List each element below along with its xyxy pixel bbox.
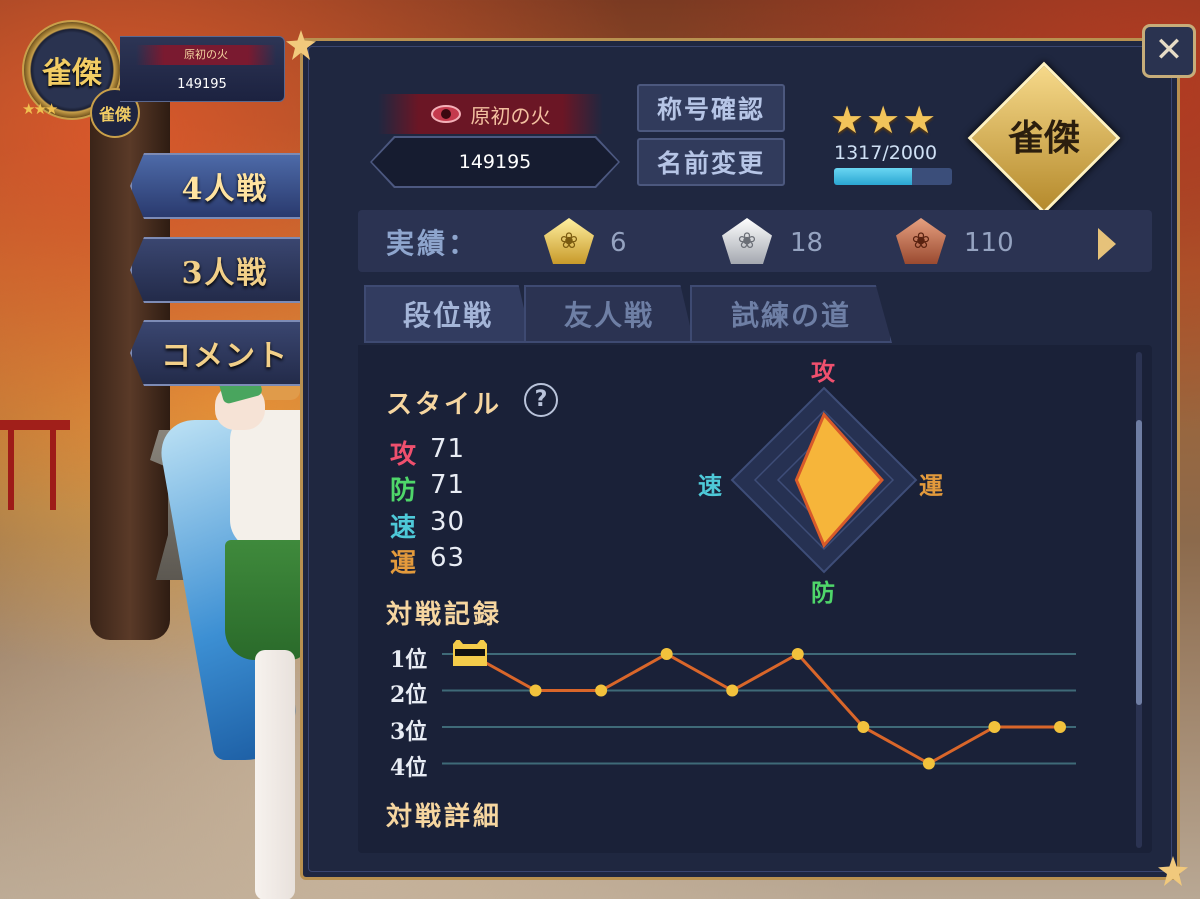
title-check-button[interactable]: 称号確認 xyxy=(637,84,785,132)
stat-speed-value: 30 xyxy=(430,507,466,537)
silver-count: 18 xyxy=(790,228,824,258)
rank-label-1: 1位 xyxy=(390,647,428,673)
bronze-count: 110 xyxy=(964,228,1014,258)
profile-score: 149195 xyxy=(372,138,618,186)
record-point xyxy=(595,684,608,697)
help-icon[interactable]: ? xyxy=(524,383,558,417)
record-section-title: 対戦記録 xyxy=(379,594,541,637)
rank-progress-bar xyxy=(834,168,952,185)
record-point xyxy=(529,684,542,697)
style-section-title: スタイル xyxy=(379,384,541,427)
record-line-chart xyxy=(442,640,1076,770)
character-shirt xyxy=(230,410,310,550)
stat-speed: 速 30 xyxy=(390,507,465,544)
stat-defense: 防 71 xyxy=(390,470,465,507)
title-ribbon: 原初の火 xyxy=(378,94,603,134)
detail-section-title: 対戦詳細 xyxy=(379,796,541,839)
profile-title: 原初の火 xyxy=(470,103,551,128)
side-tab-4player[interactable]: 4人戦 xyxy=(130,153,320,219)
cat-face-icon xyxy=(453,640,487,666)
tab-ranked[interactable]: 段位戦 xyxy=(364,285,532,343)
record-point xyxy=(922,757,935,770)
flame-eye-icon xyxy=(430,105,461,123)
character-leg xyxy=(255,650,295,899)
stat-attack: 攻 71 xyxy=(390,434,465,471)
rank-progress-fill xyxy=(834,168,912,185)
rank-stars-icon: ★★★ xyxy=(830,98,939,142)
side-tab-3player[interactable]: 3人戦 xyxy=(130,237,320,303)
player-score: 149195 xyxy=(177,77,227,92)
stat-luck-key: 運 xyxy=(390,549,417,579)
achievements-label: 実績： xyxy=(386,227,480,260)
gold-count: 6 xyxy=(610,228,627,258)
stat-speed-key: 速 xyxy=(390,513,417,543)
tab-friend[interactable]: 友人戦 xyxy=(524,285,694,343)
rank-label-2: 2位 xyxy=(390,682,428,708)
record-point xyxy=(857,721,870,733)
rank-emblem-label: 雀傑 xyxy=(1007,117,1080,159)
scrollbar-thumb[interactable] xyxy=(1136,420,1142,705)
mini-stars-icon: ★★★ xyxy=(22,100,58,118)
radar-label-luck: 運 xyxy=(919,471,943,500)
rank-points-text: 1317/2000 xyxy=(834,142,938,164)
close-button[interactable]: ✕ xyxy=(1142,24,1196,78)
stat-defense-value: 71 xyxy=(430,470,466,500)
record-point xyxy=(660,648,673,660)
record-point xyxy=(791,648,804,660)
stat-attack-key: 攻 xyxy=(390,440,417,470)
character-illustration xyxy=(155,320,310,899)
style-radar-chart xyxy=(730,386,918,574)
radar-label-defense: 防 xyxy=(811,578,835,607)
stat-defense-key: 防 xyxy=(390,476,417,506)
stat-luck: 運 63 xyxy=(390,543,465,580)
rename-button[interactable]: 名前変更 xyxy=(637,138,785,186)
player-info-badge: 原初の火 149195 xyxy=(120,36,285,102)
radar-label-speed: 速 xyxy=(698,471,722,500)
record-point xyxy=(988,721,1001,733)
stat-attack-value: 71 xyxy=(430,434,466,464)
rank-label-4: 4位 xyxy=(390,755,428,781)
achievements-next-arrow-icon[interactable] xyxy=(1098,228,1116,260)
tab-trial-road[interactable]: 試練の道 xyxy=(690,285,892,343)
rank-label-3: 3位 xyxy=(390,719,428,745)
radar-label-attack: 攻 xyxy=(811,357,835,386)
record-point xyxy=(726,684,739,697)
player-title: 原初の火 xyxy=(136,45,276,65)
side-tab-comment[interactable]: コメント xyxy=(130,320,320,386)
record-point xyxy=(1054,721,1066,733)
rank-emblem-text: 雀傑 xyxy=(42,56,102,91)
record-series-line xyxy=(469,652,1060,766)
stat-luck-value: 63 xyxy=(430,543,466,573)
background-torii xyxy=(0,420,70,510)
character-skirt xyxy=(225,540,310,660)
rank-badge-text: 雀傑 xyxy=(98,105,131,124)
